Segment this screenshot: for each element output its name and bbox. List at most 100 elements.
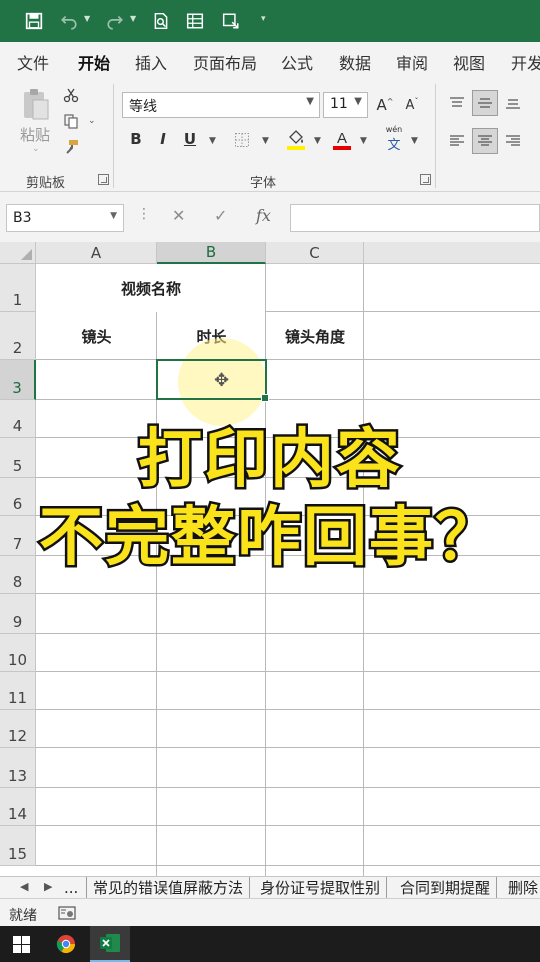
clipboard-group-label: 剪贴板 — [26, 176, 66, 191]
tab-developer[interactable]: 开发 — [511, 50, 540, 74]
underline-dropdown-icon[interactable]: ▼ — [209, 136, 216, 146]
undo-icon[interactable] — [58, 10, 80, 32]
cell-c2[interactable]: 镜头角度 — [266, 312, 364, 360]
align-middle-button[interactable] — [472, 90, 498, 116]
row-header-2[interactable]: 2 — [0, 312, 36, 360]
sheet-tab-3[interactable]: 合同到期提醒 — [394, 877, 498, 899]
confirm-icon[interactable]: ✓ — [214, 206, 227, 225]
align-center-button[interactable] — [472, 128, 498, 154]
undo-dropdown-icon[interactable]: ▼ — [84, 14, 90, 23]
decrease-font-size-button[interactable]: Aˇ — [401, 94, 423, 116]
chevron-down-icon: ▼ — [306, 96, 314, 107]
caret-down-icon: ˇ — [414, 96, 419, 106]
customize-toolbar-icon[interactable]: ▾ — [261, 14, 266, 24]
copy-icon[interactable] — [62, 112, 80, 130]
italic-button[interactable]: I — [153, 130, 173, 148]
sheet-tab-2[interactable]: 身份证号提取性别 — [254, 877, 388, 899]
group-separator — [435, 84, 436, 188]
copy-dropdown-icon[interactable]: ⌄ — [88, 116, 96, 126]
worksheet-grid: A B C 1 2 3 4 5 6 7 8 9 10 11 12 13 14 15 视频名称 镜头 时长 镜… — [0, 242, 540, 876]
font-name-select[interactable]: 等线 ▼ — [122, 92, 320, 118]
row-header-12[interactable]: 12 — [0, 710, 36, 748]
scroll-right-icon[interactable]: ▶ — [44, 880, 52, 893]
chevron-down-icon: ▼ — [354, 96, 362, 107]
ribbon-tabs: 文件 开始 插入 页面布局 公式 数据 审阅 视图 开发 — [0, 42, 540, 81]
phonetic-guide-button[interactable]: wén 文 — [382, 125, 406, 153]
insert-function-button[interactable]: fx — [256, 206, 271, 225]
row-header-3[interactable]: 3 — [0, 360, 36, 400]
sheet-tab-1[interactable]: 常见的错误值屏蔽方法 — [86, 877, 251, 899]
tab-file[interactable]: 文件 — [17, 50, 49, 74]
print-preview-icon[interactable] — [150, 10, 172, 32]
font-group-label: 字体 — [250, 176, 277, 191]
paste-dropdown-icon[interactable]: ⌄ — [32, 144, 40, 154]
save-icon[interactable] — [23, 10, 45, 32]
align-bottom-button[interactable] — [500, 90, 526, 116]
underline-button[interactable]: U — [180, 130, 200, 148]
scroll-left-icon[interactable]: ◀ — [20, 880, 28, 893]
redo-icon[interactable] — [104, 10, 126, 32]
align-top-button[interactable] — [444, 90, 470, 116]
clipboard-launcher-icon[interactable] — [98, 174, 109, 185]
tab-page-layout[interactable]: 页面布局 — [193, 50, 257, 74]
formula-input[interactable] — [290, 204, 540, 232]
cut-icon[interactable] — [62, 86, 80, 104]
row-header-15[interactable]: 15 — [0, 826, 36, 866]
row-header-1[interactable]: 1 — [0, 264, 36, 312]
row-header-10[interactable]: 10 — [0, 634, 36, 672]
excel-window: ▼ ▼ ▾ 文件 开始 插入 页面布局 公式 数据 审阅 视图 开发 粘贴 ⌄ … — [0, 0, 540, 962]
fill-color-dropdown-icon[interactable]: ▼ — [314, 136, 321, 146]
ribbon: 粘贴 ⌄ ⌄ 剪贴板 等线 ▼ 11 ▼ A ^ Aˇ B I U ▼ ▼ ▼ … — [0, 78, 540, 192]
cancel-icon[interactable]: ✕ — [172, 206, 185, 225]
selected-cell-b3[interactable] — [156, 359, 269, 402]
windows-start-icon[interactable] — [8, 926, 34, 962]
excel-taskbar-icon[interactable] — [90, 926, 130, 962]
font-size-select[interactable]: 11 ▼ — [323, 92, 368, 118]
tab-formulas[interactable]: 公式 — [281, 50, 313, 74]
row-header-11[interactable]: 11 — [0, 672, 36, 710]
caret-up-icon: ^ — [386, 96, 394, 106]
cell-reference: B3 — [13, 210, 32, 226]
export-icon[interactable] — [220, 10, 242, 32]
redo-dropdown-icon[interactable]: ▼ — [130, 14, 136, 23]
more-options-icon[interactable]: ⋮ — [137, 206, 151, 222]
font-color-icon[interactable]: A — [331, 128, 353, 152]
name-box[interactable]: B3 ▼ — [6, 204, 124, 232]
align-right-button[interactable] — [500, 128, 526, 154]
format-painter-icon[interactable] — [62, 138, 80, 156]
phonetic-bottom-label: 文 — [387, 138, 401, 153]
row-header-13[interactable]: 13 — [0, 748, 36, 788]
tab-data[interactable]: 数据 — [339, 50, 371, 74]
paste-icon[interactable] — [20, 86, 52, 122]
macro-record-icon[interactable] — [58, 905, 76, 925]
paste-label[interactable]: 粘贴 — [20, 124, 50, 145]
page-setup-icon[interactable] — [184, 10, 206, 32]
sheet-tabs-bar: ◀ ▶ ... 常见的错误值屏蔽方法 身份证号提取性别 合同到期提醒 删除 — [0, 876, 540, 899]
tab-insert[interactable]: 插入 — [135, 50, 167, 74]
row-header-14[interactable]: 14 — [0, 788, 36, 826]
formula-bar: B3 ▼ ⋮ ✕ ✓ fx — [0, 192, 540, 242]
borders-icon[interactable] — [232, 130, 252, 150]
phonetic-dropdown-icon[interactable]: ▼ — [411, 136, 418, 146]
overlay-title-line2: 不完整咋回事？ — [37, 499, 502, 578]
tab-home[interactable]: 开始 — [78, 50, 111, 81]
fill-color-icon[interactable] — [285, 128, 307, 152]
cell-a2[interactable]: 镜头 — [36, 312, 157, 360]
decrease-font-size-label: A — [405, 97, 415, 113]
status-bar: 就绪 — [0, 898, 540, 926]
bold-button[interactable]: B — [126, 130, 146, 148]
row-header-9[interactable]: 9 — [0, 594, 36, 634]
tab-view[interactable]: 视图 — [453, 50, 485, 74]
chrome-icon[interactable] — [52, 926, 80, 962]
font-name-value: 等线 — [129, 99, 157, 115]
sheet-tab-more[interactable]: ... — [58, 877, 84, 899]
cell-a1-merged[interactable]: 视频名称 — [36, 264, 266, 312]
borders-dropdown-icon[interactable]: ▼ — [262, 136, 269, 146]
increase-font-size-label: A — [376, 96, 387, 114]
sheet-tab-4[interactable]: 删除 — [502, 877, 540, 899]
font-launcher-icon[interactable] — [420, 174, 431, 185]
font-color-dropdown-icon[interactable]: ▼ — [360, 136, 367, 146]
increase-font-size-button[interactable]: A ^ — [374, 94, 396, 116]
align-left-button[interactable] — [444, 128, 470, 154]
tab-review[interactable]: 审阅 — [396, 50, 428, 74]
